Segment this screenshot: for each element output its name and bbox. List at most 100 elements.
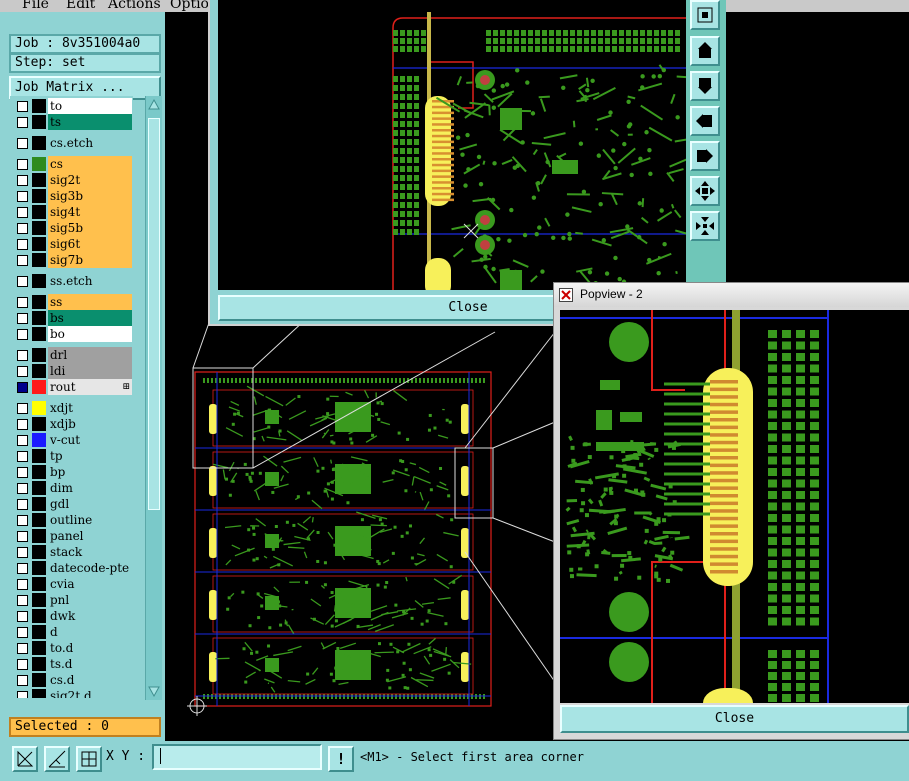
layer-name[interactable]: bo [48,326,132,342]
layer-checkbox[interactable] [17,207,28,218]
layer-color-swatch[interactable] [32,348,46,362]
layer-name[interactable]: xdjb [48,416,132,432]
layer-checkbox[interactable] [17,350,28,361]
layer-checkbox[interactable] [17,419,28,430]
layer-name[interactable]: to [48,98,132,114]
layer-row-sig4t[interactable]: sig4t [10,204,133,220]
layer-row-panel[interactable]: panel [10,528,133,544]
layer-checkbox[interactable] [17,563,28,574]
layer-color-swatch[interactable] [32,673,46,687]
layer-row-cs[interactable]: cs [10,156,133,172]
layer-row-bp[interactable]: bp [10,464,133,480]
xy-coordinate-input[interactable] [152,744,322,770]
layer-color-swatch[interactable] [32,205,46,219]
layer-row-rout[interactable]: rout ⊞ [10,379,133,395]
popview-1-canvas[interactable] [218,0,686,290]
layer-checkbox[interactable] [17,223,28,234]
zoom-home-icon[interactable] [690,0,720,30]
layer-row-cs.etch[interactable]: cs.etch [10,135,133,151]
pan-right-icon[interactable] [690,141,720,171]
layer-color-swatch[interactable] [32,465,46,479]
layer-row-ss[interactable]: ss [10,294,133,310]
layer-row-ss.etch[interactable]: ss.etch [10,273,133,289]
layer-color-swatch[interactable] [32,497,46,511]
layer-name[interactable]: ss [48,294,132,310]
layer-name[interactable]: to.d [48,640,132,656]
layer-color-swatch[interactable] [32,561,46,575]
layer-name[interactable]: bp [48,464,132,480]
layer-checkbox[interactable] [17,329,28,340]
layer-name[interactable]: dim [48,480,132,496]
layer-name[interactable]: sig5b [48,220,132,236]
layer-row-sig3b[interactable]: sig3b [10,188,133,204]
pan-up-icon[interactable] [690,36,720,66]
layer-row-xdjb[interactable]: xdjb [10,416,133,432]
layer-row-d[interactable]: d [10,624,133,640]
menu-edit[interactable]: Edit [66,0,95,12]
warning-icon[interactable]: ! [328,746,354,772]
layer-color-swatch[interactable] [32,380,46,394]
layer-name[interactable]: sig3b [48,188,132,204]
layer-color-swatch[interactable] [32,221,46,235]
layer-checkbox[interactable] [17,643,28,654]
layer-checkbox[interactable] [17,595,28,606]
layer-color-swatch[interactable] [32,609,46,623]
layer-row-stack[interactable]: stack [10,544,133,560]
layer-name[interactable]: ss.etch [48,273,132,289]
layer-row-ldi[interactable]: ldi [10,363,133,379]
layer-name[interactable]: xdjt [48,400,132,416]
layer-color-swatch[interactable] [32,295,46,309]
select-area-tool-icon[interactable] [12,746,38,772]
layer-color-swatch[interactable] [32,433,46,447]
layer-color-swatch[interactable] [32,189,46,203]
layer-color-swatch[interactable] [32,253,46,267]
layer-checkbox[interactable] [17,138,28,149]
layer-checkbox[interactable] [17,276,28,287]
layer-row-pnl[interactable]: pnl [10,592,133,608]
layer-row-tp[interactable]: tp [10,448,133,464]
layer-row-sig2t.d[interactable]: sig2t.d [10,688,133,698]
layer-name[interactable]: rout ⊞ [48,379,132,395]
popview-2-canvas[interactable] [560,310,909,703]
layer-color-swatch[interactable] [32,173,46,187]
pan-left-icon[interactable] [690,106,720,136]
layer-checkbox[interactable] [17,175,28,186]
layer-row-to[interactable]: to [10,98,133,114]
layer-color-swatch[interactable] [32,481,46,495]
layer-color-swatch[interactable] [32,593,46,607]
menu-file[interactable]: File [22,0,49,12]
layer-color-swatch[interactable] [32,99,46,113]
layer-checkbox[interactable] [17,547,28,558]
layer-name[interactable]: ldi [48,363,132,379]
layer-color-swatch[interactable] [32,115,46,129]
scroll-down-arrow-icon[interactable] [147,684,161,698]
layer-checkbox[interactable] [17,515,28,526]
layer-color-swatch[interactable] [32,327,46,341]
layer-color-swatch[interactable] [32,529,46,543]
layer-color-swatch[interactable] [32,311,46,325]
layer-checkbox[interactable] [17,239,28,250]
layer-row-dim[interactable]: dim [10,480,133,496]
layer-color-swatch[interactable] [32,689,46,698]
layer-name[interactable]: stack [48,544,132,560]
measure-tool-icon[interactable] [44,746,70,772]
layer-checkbox[interactable] [17,627,28,638]
layer-row-sig7b[interactable]: sig7b [10,252,133,268]
layer-name[interactable]: bs [48,310,132,326]
layer-checkbox[interactable] [17,611,28,622]
popview-2-close-button[interactable]: Close [560,705,909,733]
layer-color-swatch[interactable] [32,157,46,171]
layer-checkbox[interactable] [17,451,28,462]
layer-checkbox[interactable] [17,117,28,128]
layer-row-xdjt[interactable]: xdjt [10,400,133,416]
zoom-out-icon[interactable] [690,211,720,241]
layer-color-swatch[interactable] [32,417,46,431]
layer-row-drl[interactable]: drl [10,347,133,363]
layer-row-sig5b[interactable]: sig5b [10,220,133,236]
layer-checkbox[interactable] [17,403,28,414]
layer-row-cs.d[interactable]: cs.d [10,672,133,688]
layer-name[interactable]: cs [48,156,132,172]
layer-list-scroll-thumb[interactable] [148,118,160,510]
layer-checkbox[interactable] [17,435,28,446]
layer-color-swatch[interactable] [32,237,46,251]
